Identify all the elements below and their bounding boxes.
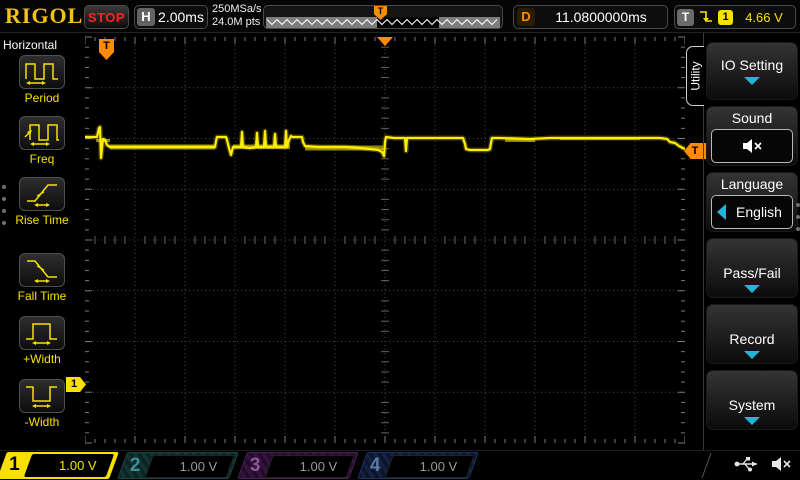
delay-value: 11.0800000ms	[535, 9, 667, 25]
menu-item-system[interactable]: System	[706, 370, 798, 430]
graticule-grid	[85, 33, 685, 447]
chevron-down-icon	[744, 417, 760, 425]
chevron-down-icon	[744, 285, 760, 293]
channel-4-status[interactable]: 4 1.00 V	[357, 452, 479, 479]
waveform-overview-strip[interactable]: T	[263, 5, 503, 29]
run-state-label: STOP	[88, 10, 125, 25]
timebase-value: 2.00ms	[155, 9, 207, 25]
rise-time-icon	[24, 180, 60, 208]
waveform-display: T	[85, 33, 685, 447]
channel-scale: 1.00 V	[300, 459, 338, 474]
negative-width-icon	[24, 382, 60, 410]
language-select[interactable]: English	[711, 195, 793, 229]
delay-box[interactable]: D 11.0800000ms	[513, 5, 668, 29]
language-value: English	[726, 204, 792, 220]
chevron-down-icon	[744, 351, 760, 359]
rigol-logo: RIGOL	[5, 3, 83, 29]
positive-width-icon	[24, 319, 60, 347]
page-indicator-dot	[2, 209, 6, 213]
menu-item-sound[interactable]: Sound	[706, 106, 798, 166]
channel-scale: 1.00 V	[420, 459, 458, 474]
channel-status-bar: 1 1.00 V 2 1.00 V 3 1.00 V 4 1.00 V	[0, 450, 800, 480]
falling-edge-icon	[698, 9, 714, 26]
menu-item-language[interactable]: Language English	[706, 172, 798, 232]
page-indicator-dot	[2, 221, 6, 225]
utility-menu: Utility IO Setting Sound Language Englis…	[685, 33, 800, 450]
channel-scale: 1.00 V	[59, 458, 97, 473]
acquisition-info: 250MSa/s 24.0M pts	[212, 3, 262, 29]
chevron-down-icon	[744, 77, 760, 85]
freq-icon	[24, 119, 60, 147]
channel-2-status[interactable]: 2 1.00 V	[117, 452, 239, 479]
ch1-trace	[85, 127, 685, 158]
chevron-left-icon	[717, 204, 726, 220]
status-bar-divider	[701, 453, 711, 478]
channel-3-status[interactable]: 3 1.00 V	[237, 452, 359, 479]
utility-tab: Utility	[686, 46, 704, 106]
top-status-bar: RIGOL STOP H 2.00ms 250MSa/s 24.0M pts T…	[0, 0, 800, 33]
speaker-muted-icon	[741, 137, 763, 155]
sound-toggle[interactable]	[711, 129, 793, 163]
run-state-indicator[interactable]: STOP	[84, 5, 129, 29]
fall-time-icon	[24, 256, 60, 284]
page-indicator-dot	[796, 215, 800, 219]
menu-item-record[interactable]: Record	[706, 304, 798, 364]
page-indicator-dot	[2, 185, 6, 189]
t-badge: T	[677, 9, 694, 26]
trigger-source-badge: 1	[718, 10, 733, 25]
speaker-muted-icon	[770, 455, 792, 473]
trigger-box[interactable]: T 1 4.66 V	[674, 5, 796, 29]
memory-depth: 24.0M pts	[212, 16, 262, 29]
oscilloscope-screen: RIGOL STOP H 2.00ms 250MSa/s 24.0M pts T…	[0, 0, 800, 480]
menu-item-pass-fail[interactable]: Pass/Fail	[706, 238, 798, 298]
period-icon	[24, 58, 60, 86]
sample-rate: 250MSa/s	[212, 3, 262, 16]
menu-item-pos-width[interactable]: +Width	[10, 316, 74, 366]
menu-item-freq[interactable]: Freq	[10, 116, 74, 166]
horizontal-timebase-box[interactable]: H 2.00ms	[134, 5, 208, 29]
trigger-level-value: 4.66 V	[733, 10, 795, 25]
menu-item-io-setting[interactable]: IO Setting	[706, 42, 798, 100]
menu-item-fall-time[interactable]: Fall Time	[10, 253, 74, 303]
page-indicator-dot	[796, 203, 800, 207]
menu-item-rise-time[interactable]: Rise Time	[10, 177, 74, 227]
menu-item-period[interactable]: Period	[10, 55, 74, 105]
page-indicator-dot	[796, 227, 800, 231]
h-badge: H	[137, 8, 155, 26]
usb-icon	[734, 456, 760, 472]
channel-1-status[interactable]: 1 1.00 V	[0, 452, 119, 479]
d-badge: D	[517, 8, 535, 26]
channel-scale: 1.00 V	[180, 459, 218, 474]
left-menu-title: Horizontal	[3, 38, 57, 52]
menu-item-neg-width[interactable]: -Width	[10, 379, 74, 429]
page-indicator-dot	[2, 197, 6, 201]
